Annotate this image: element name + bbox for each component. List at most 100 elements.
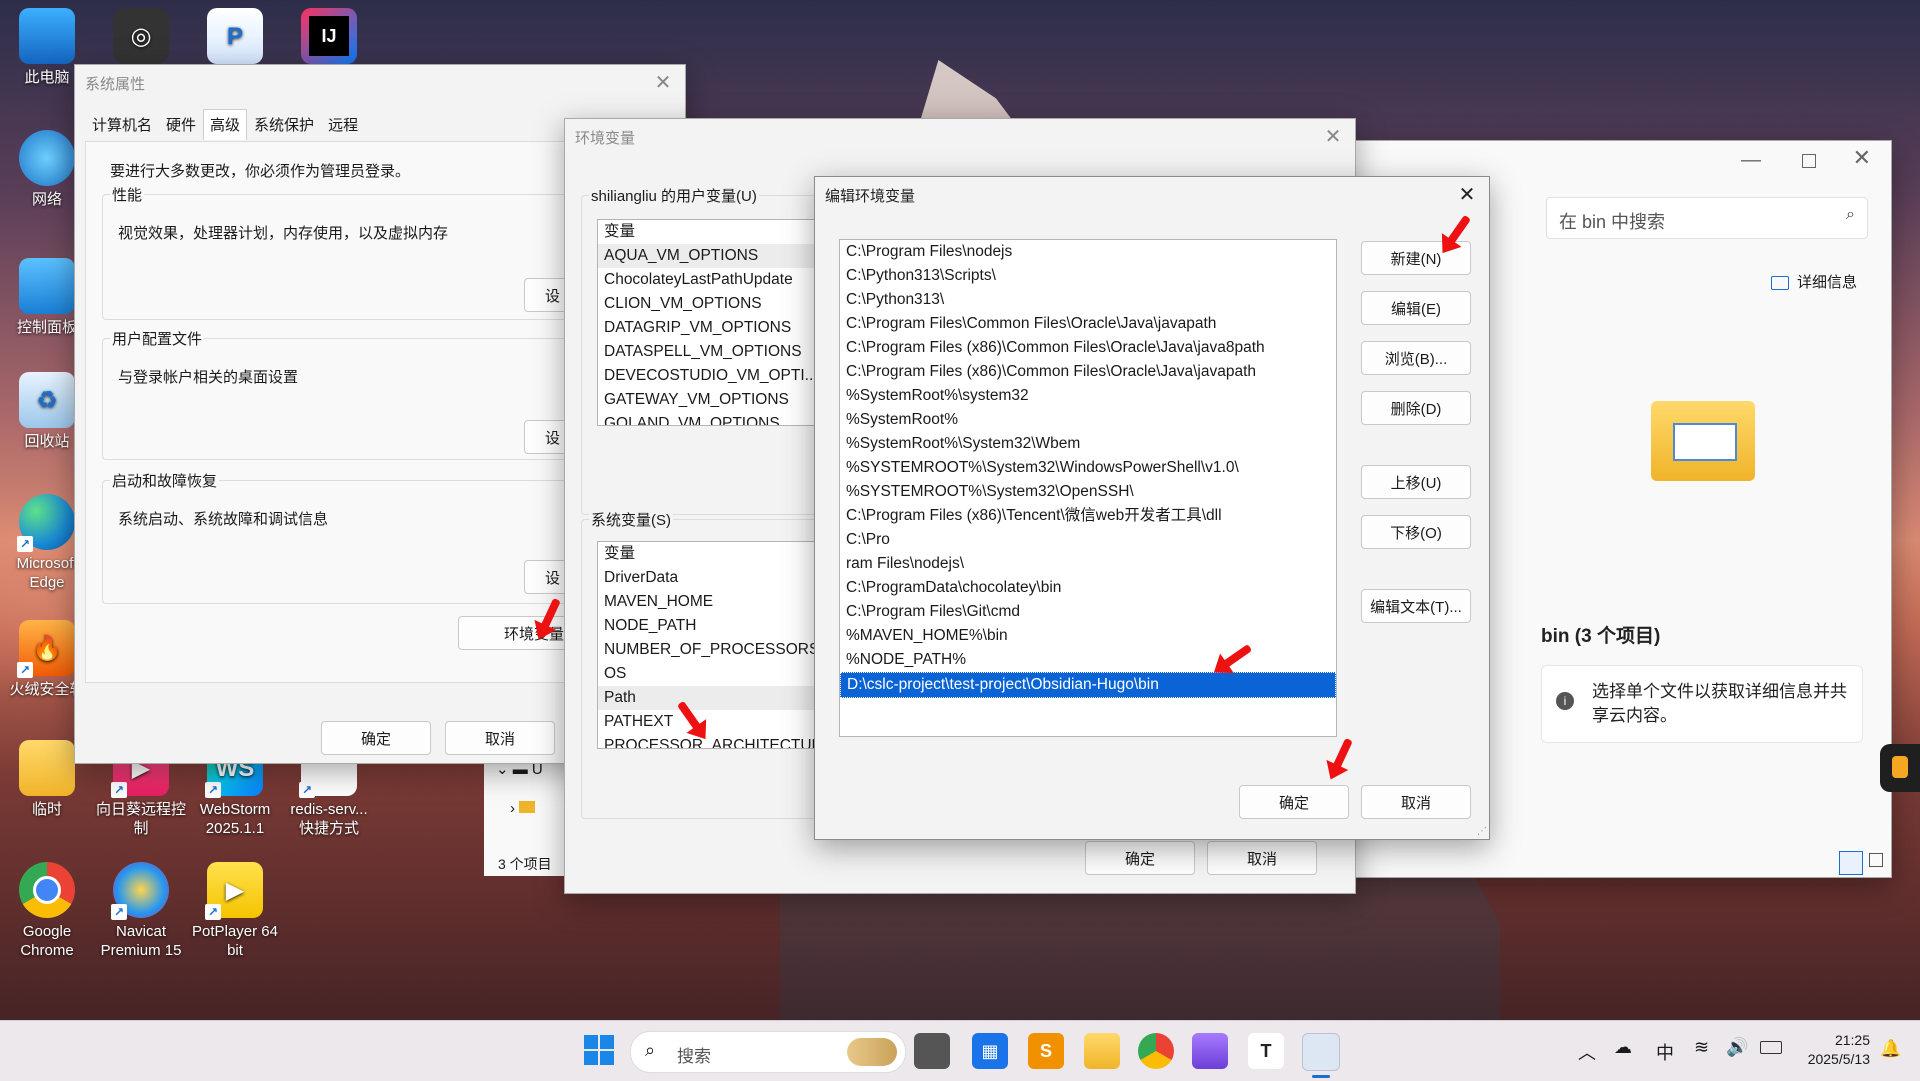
task-view-icon[interactable]	[914, 1033, 950, 1069]
desktop-icon-top-3[interactable]: P	[190, 8, 280, 68]
intellij-icon: IJ	[301, 8, 357, 64]
search-highlight-icon	[847, 1038, 897, 1066]
edit-text-button[interactable]: 编辑文本(T)...	[1361, 589, 1471, 623]
path-item[interactable]: %SYSTEMROOT%\System32\WindowsPowerShell\…	[840, 456, 1336, 480]
move-up-button[interactable]: 上移(U)	[1361, 465, 1471, 499]
path-item[interactable]: C:\Program Files\Common Files\Oracle\Jav…	[840, 312, 1336, 336]
list-header: 变量	[604, 223, 636, 240]
chevron-up-icon[interactable]: ︿	[1578, 1039, 1596, 1065]
list-view-icon[interactable]	[1839, 851, 1863, 875]
start-button[interactable]	[584, 1035, 614, 1065]
ime-indicator[interactable]: 中	[1656, 1039, 1674, 1065]
monitor-icon	[19, 8, 75, 64]
list-item[interactable]: GOLAND_VM_OPTIONS	[598, 412, 828, 425]
tiles-view-icon[interactable]	[1869, 853, 1883, 867]
close-icon[interactable]: ✕	[1321, 125, 1345, 149]
desktop-icon-label: WebStorm 2025.1.1	[199, 801, 271, 837]
desktop-icon-label: Navicat Premium 15	[100, 923, 182, 959]
chrome-icon[interactable]	[1138, 1033, 1174, 1069]
path-item[interactable]: %SYSTEMROOT%\System32\OpenSSH\	[840, 480, 1336, 504]
tab-advanced[interactable]: 高级	[203, 109, 248, 140]
browse-button[interactable]: 浏览(B)...	[1361, 341, 1471, 375]
ok-button[interactable]: 确定	[1085, 841, 1195, 875]
desktop-icon-top-4[interactable]: IJ	[284, 8, 374, 68]
desktop-icon-top-2[interactable]: ◎	[96, 8, 186, 68]
sublime-icon[interactable]: S	[1028, 1033, 1064, 1069]
list-item[interactable]: PROCESSOR_ARCHITECTURE	[598, 734, 828, 748]
ok-button[interactable]: 确定	[321, 721, 431, 755]
path-item[interactable]: %SystemRoot%\System32\Wbem	[840, 432, 1336, 456]
list-item[interactable]: NODE_PATH	[598, 614, 828, 638]
path-item[interactable]: C:\Program Files\nodejs	[840, 240, 1336, 264]
path-item[interactable]: %NODE_PATH%	[840, 648, 1336, 672]
path-list[interactable]: C:\Program Files\nodejs C:\Python313\Scr…	[839, 239, 1337, 737]
notification-bell-icon[interactable]: 🔔	[1880, 1039, 1901, 1059]
list-item[interactable]: GATEWAY_VM_OPTIONS	[598, 388, 828, 412]
path-item-selected[interactable]: D:\cslc-project\test-project\Obsidian-Hu…	[840, 672, 1336, 698]
volume-icon[interactable]: 🔊	[1726, 1037, 1748, 1058]
resize-grip-icon[interactable]: ⋰	[1477, 826, 1487, 837]
store-icon[interactable]: ▦	[972, 1033, 1008, 1069]
cancel-button[interactable]: 取消	[445, 721, 555, 755]
path-item[interactable]: C:\Program Files (x86)\Common Files\Orac…	[840, 336, 1336, 360]
desktop-icon-potplayer[interactable]: ▶ ↗ PotPlayer 64 bit	[190, 862, 280, 960]
close-icon[interactable]: ✕	[1853, 145, 1871, 171]
maximize-icon[interactable]	[1802, 154, 1816, 168]
control-panel-icon	[19, 258, 75, 314]
list-item[interactable]: DATAGRIP_VM_OPTIONS	[598, 316, 828, 340]
remote-desktop-icon[interactable]	[1302, 1033, 1340, 1071]
cancel-button[interactable]: 取消	[1361, 785, 1471, 819]
file-explorer-icon[interactable]	[1084, 1033, 1120, 1069]
tab-computer-name[interactable]: 计算机名	[85, 109, 159, 140]
wifi-icon[interactable]: ≋	[1694, 1037, 1709, 1058]
close-icon[interactable]: ✕	[651, 71, 675, 95]
taskbar-search-box[interactable]: ⌕ 搜索	[630, 1031, 906, 1073]
list-item[interactable]: AQUA_VM_OPTIONS	[598, 244, 828, 268]
path-item[interactable]: %MAVEN_HOME%\bin	[840, 624, 1336, 648]
path-item[interactable]: ram Files\nodejs\	[840, 552, 1336, 576]
path-item[interactable]: %SystemRoot%\system32	[840, 384, 1336, 408]
list-item[interactable]: NUMBER_OF_PROCESSORS	[598, 638, 828, 662]
ok-button[interactable]: 确定	[1239, 785, 1349, 819]
path-item[interactable]: C:\Python313\	[840, 288, 1336, 312]
desktop-icon-chrome[interactable]: Google Chrome	[2, 862, 92, 960]
path-item[interactable]: C:\Python313\Scripts\	[840, 264, 1336, 288]
list-item[interactable]: DEVECOSTUDIO_VM_OPTI...	[598, 364, 828, 388]
list-item[interactable]: DATASPELL_VM_OPTIONS	[598, 340, 828, 364]
side-widget[interactable]	[1880, 744, 1920, 792]
tree-item-folder[interactable]: ›	[510, 800, 536, 817]
clock-date: 2025/5/13	[1807, 1051, 1870, 1067]
close-icon[interactable]: ✕	[1455, 183, 1479, 207]
tab-hardware[interactable]: 硬件	[159, 109, 203, 140]
battery-icon[interactable]	[1760, 1041, 1782, 1054]
cancel-button[interactable]: 取消	[1207, 841, 1317, 875]
search-input[interactable]: 在 bin 中搜索 ⌕	[1546, 197, 1868, 239]
path-item[interactable]: C:\ProgramData\chocolatey\bin	[840, 576, 1336, 600]
path-item[interactable]: C:\Pro	[840, 528, 1336, 552]
edit-button[interactable]: 编辑(E)	[1361, 291, 1471, 325]
details-pane-toggle[interactable]: 详细信息	[1771, 271, 1857, 292]
folder-title: bin (3 个项目)	[1541, 626, 1661, 647]
path-item[interactable]: C:\Program Files\Git\cmd	[840, 600, 1336, 624]
delete-button[interactable]: 删除(D)	[1361, 391, 1471, 425]
path-item[interactable]: %SystemRoot%	[840, 408, 1336, 432]
list-item[interactable]: DriverData	[598, 566, 828, 590]
path-item[interactable]: C:\Program Files (x86)\Common Files\Orac…	[840, 360, 1336, 384]
obsidian-icon[interactable]	[1192, 1033, 1228, 1069]
typora-icon[interactable]: T	[1248, 1033, 1284, 1069]
list-item[interactable]: OS	[598, 662, 828, 686]
cloud-off-icon[interactable]: ☁	[1614, 1037, 1632, 1058]
list-item-path[interactable]: Path	[598, 686, 828, 710]
path-item[interactable]: C:\Program Files (x86)\Tencent\微信web开发者工…	[840, 504, 1336, 528]
tab-system-protection[interactable]: 系统保护	[247, 109, 321, 140]
clock[interactable]: 21:25 2025/5/13	[1796, 1031, 1870, 1069]
list-item[interactable]: ChocolateyLastPathUpdate	[598, 268, 828, 292]
system-vars-list[interactable]: 变量 DriverData MAVEN_HOME NODE_PATH NUMBE…	[597, 541, 829, 749]
minimize-icon[interactable]: —	[1741, 149, 1761, 172]
list-item[interactable]: MAVEN_HOME	[598, 590, 828, 614]
move-down-button[interactable]: 下移(O)	[1361, 515, 1471, 549]
desktop-icon-navicat[interactable]: ↗ Navicat Premium 15	[96, 862, 186, 960]
tab-remote[interactable]: 远程	[321, 109, 365, 140]
user-vars-list[interactable]: 变量 AQUA_VM_OPTIONS ChocolateyLastPathUpd…	[597, 219, 829, 426]
list-item[interactable]: CLION_VM_OPTIONS	[598, 292, 828, 316]
